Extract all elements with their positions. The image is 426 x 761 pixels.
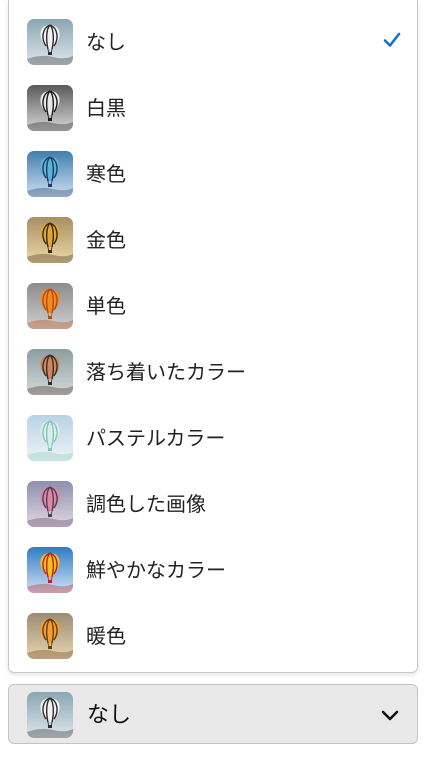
balloon-thumbnail-muted xyxy=(27,349,73,395)
filter-option[interactable]: 落ち着いたカラー xyxy=(9,339,417,405)
filter-option[interactable]: 金色 xyxy=(9,207,417,273)
balloon-thumbnail-golden xyxy=(27,217,73,263)
filter-select-value: なし xyxy=(87,703,132,728)
balloon-thumbnail-none xyxy=(27,692,73,738)
filter-option-label: 単色 xyxy=(86,294,126,318)
filter-option[interactable]: 鮮やかなカラー xyxy=(9,537,417,603)
filter-option[interactable]: 暖色 xyxy=(9,603,417,669)
filter-select[interactable]: なし xyxy=(8,684,418,744)
balloon-thumbnail-toned xyxy=(27,481,73,527)
filter-option-label: 落ち着いたカラー xyxy=(86,360,246,384)
filter-option-label: 金色 xyxy=(86,228,126,252)
balloon-thumbnail-vivid xyxy=(27,547,73,593)
filter-option-label: 暖色 xyxy=(86,624,126,648)
balloon-thumbnail-single-color xyxy=(27,283,73,329)
balloon-thumbnail-cool xyxy=(27,151,73,197)
filter-option-label: なし xyxy=(86,30,126,54)
filter-option[interactable]: 単色 xyxy=(9,273,417,339)
filter-option[interactable]: 寒色 xyxy=(9,141,417,207)
filter-option-label: 白黒 xyxy=(86,96,126,120)
filter-option-label: 鮮やかなカラー xyxy=(86,558,226,582)
balloon-thumbnail-monochrome xyxy=(27,85,73,131)
balloon-thumbnail-pastel xyxy=(27,415,73,461)
chevron-down-icon xyxy=(381,710,399,721)
filter-option[interactable]: パステルカラー xyxy=(9,405,417,471)
balloon-thumbnail-warm xyxy=(27,613,73,659)
checkmark-icon xyxy=(383,32,401,47)
balloon-thumbnail-none xyxy=(27,19,73,65)
filter-option-label: 調色した画像 xyxy=(86,492,206,516)
filter-option[interactable]: 白黒 xyxy=(9,75,417,141)
filter-option-label: 寒色 xyxy=(86,162,126,186)
filter-option[interactable]: 調色した画像 xyxy=(9,471,417,537)
filter-option-label: パステルカラー xyxy=(86,426,226,450)
filter-dropdown-menu: なし白黒寒色金色単色落ち着いたカラー パステルカラー 調色した画像 鮮やかなカラー 暖色 xyxy=(8,0,418,673)
filter-option[interactable]: なし xyxy=(9,9,417,75)
